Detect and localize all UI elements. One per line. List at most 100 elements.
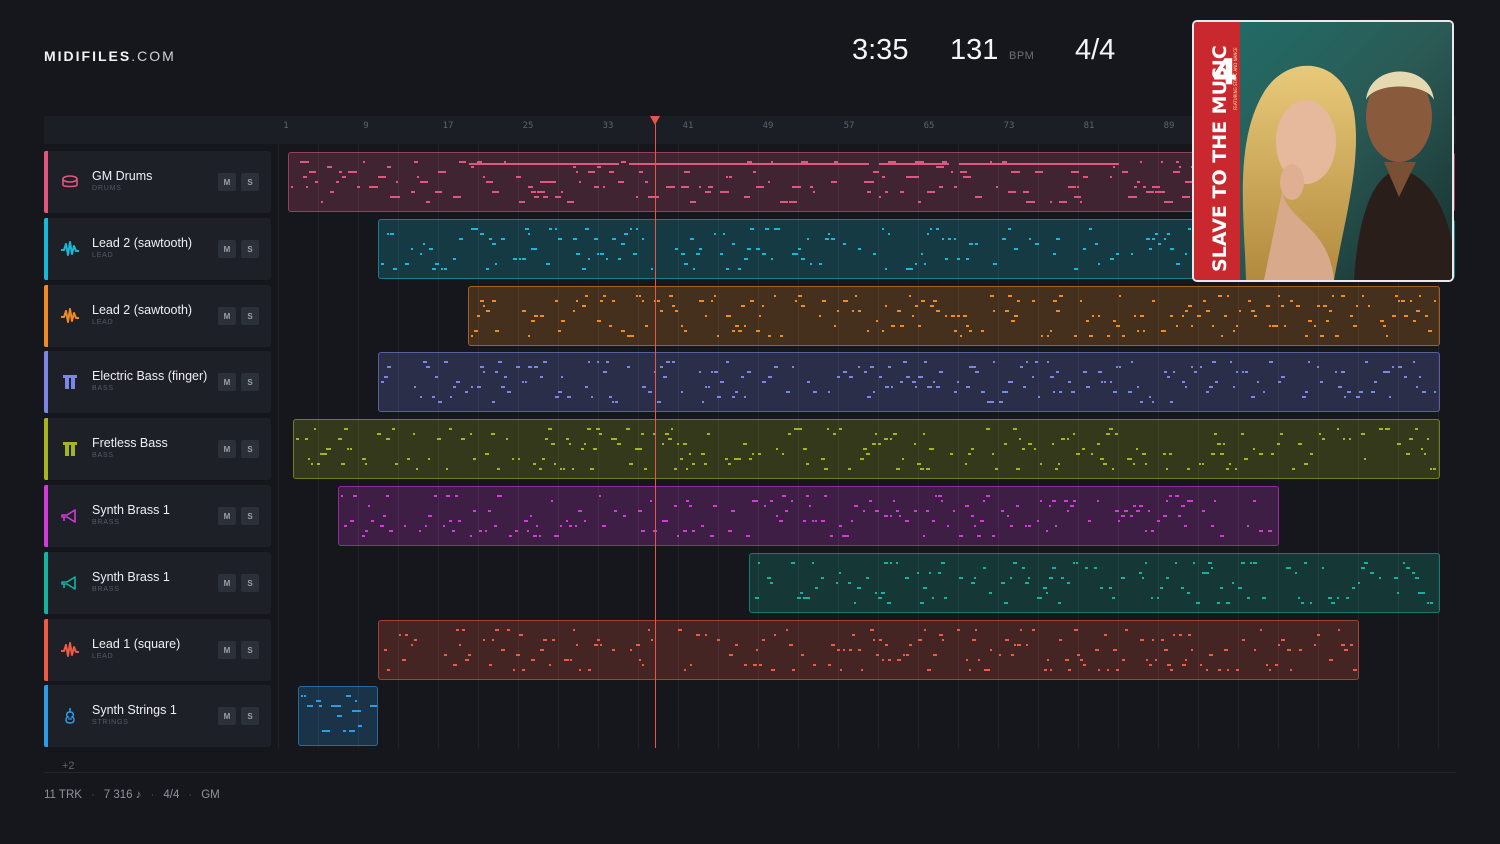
midi-note [833,433,836,435]
midi-note [990,649,992,651]
solo-button[interactable]: S [241,507,259,525]
mute-button[interactable]: M [218,707,236,725]
midi-note [882,659,884,661]
midi-note [1260,629,1262,631]
mute-button[interactable]: M [218,373,236,391]
midi-note [840,669,842,671]
midi-note [393,268,397,270]
ruler-label: 89 [1163,121,1175,131]
midi-note [662,443,664,445]
solo-button[interactable]: S [241,240,259,258]
track-category: BASS [92,385,114,392]
midi-note [1335,371,1337,373]
midi-note [1304,562,1307,564]
midi-note [905,520,909,522]
midi-clip[interactable] [378,620,1359,680]
track-header[interactable]: Synth Brass 1 BRASS M S [44,552,271,614]
track-header[interactable]: Lead 1 (square) LEAD M S [44,619,271,681]
midi-note [705,315,707,317]
track-header[interactable]: Synth Brass 1 BRASS M S [44,485,271,547]
midi-note [1341,295,1345,297]
midi-note [782,495,786,497]
solo-button[interactable]: S [241,440,259,458]
midi-note [756,248,760,250]
midi-clip[interactable] [378,352,1440,412]
midi-note [762,253,766,255]
playhead-handle[interactable] [650,116,660,125]
midi-clip[interactable] [749,553,1440,613]
midi-note [954,330,957,332]
more-tracks-indicator[interactable]: +2 [62,760,75,772]
midi-note [932,448,934,450]
solo-button[interactable]: S [241,641,259,659]
midi-note [774,295,776,297]
track-header[interactable]: Electric Bass (finger) BASS M S [44,351,271,413]
midi-note [1200,664,1202,666]
midi-note [702,401,704,403]
track-color-stripe [44,151,48,213]
midi-note [693,268,695,270]
midi-note [479,530,482,532]
midi-note [594,644,598,646]
midi-note [758,453,761,455]
midi-note [352,710,361,712]
midi-note [906,376,910,378]
midi-note [810,263,812,265]
midi-clip[interactable] [298,686,378,746]
midi-note [686,468,688,470]
midi-note [1122,171,1128,173]
solo-button[interactable]: S [241,307,259,325]
midi-note [561,320,565,322]
midi-note [885,268,887,270]
mute-button[interactable]: M [218,440,236,458]
solo-button[interactable]: S [241,707,259,725]
midi-note [1209,386,1213,388]
midi-note [824,468,828,470]
mute-button[interactable]: M [218,641,236,659]
midi-note [1248,300,1251,302]
horn-icon [60,506,80,526]
track-count: 11 TRK [44,789,82,801]
midi-note [725,458,728,460]
midi-note [921,376,923,378]
track-header[interactable]: Fretless Bass BASS M S [44,418,271,480]
midi-note [867,396,871,398]
midi-note [986,495,990,497]
playhead[interactable] [655,124,656,748]
midi-note [1166,500,1168,502]
midi-note [1163,515,1167,517]
track-header[interactable]: Lead 2 (sawtooth) LEAD M S [44,285,271,347]
midi-note [1194,371,1197,373]
midi-clip[interactable] [293,419,1440,479]
midi-note [890,562,892,564]
mute-button[interactable]: M [218,574,236,592]
solo-button[interactable]: S [241,173,259,191]
midi-clip[interactable] [468,286,1440,346]
solo-button[interactable]: S [241,574,259,592]
solo-button[interactable]: S [241,373,259,391]
mute-button[interactable]: M [218,507,236,525]
track-header[interactable]: GM Drums DRUMS M S [44,151,271,213]
midi-note [558,330,561,332]
midi-note [969,669,971,671]
mute-button[interactable]: M [218,307,236,325]
midi-note [879,376,882,378]
midi-note [996,186,998,188]
midi-clip[interactable] [338,486,1279,546]
midi-note [1008,228,1011,230]
midi-note [304,695,306,697]
midi-note [980,520,984,522]
midi-note [1227,669,1229,671]
midi-note [1038,396,1040,398]
mute-button[interactable]: M [218,240,236,258]
midi-note [1094,567,1097,569]
midi-note [771,258,773,260]
track-header[interactable]: Lead 2 (sawtooth) LEAD M S [44,218,271,280]
midi-note [1014,644,1016,646]
track-header[interactable]: Synth Strings 1 STRINGS M S [44,685,271,747]
midi-note [1331,602,1335,604]
mute-button[interactable]: M [218,173,236,191]
midi-note [1208,562,1212,564]
midi-note [329,448,331,450]
midi-note [858,248,861,250]
